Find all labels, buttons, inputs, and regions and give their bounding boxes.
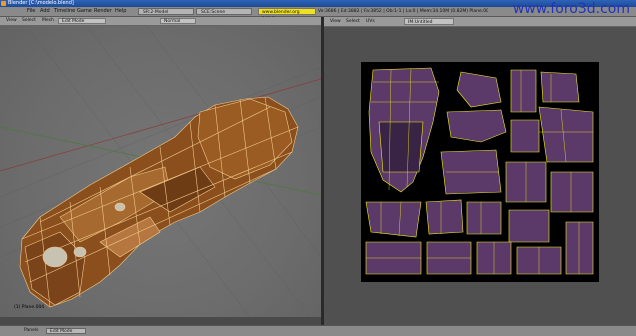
mode-dropdown[interactable]: Edit Mode (58, 18, 106, 24)
menu-timeline[interactable]: Timeline (54, 7, 75, 16)
menu-game[interactable]: Game (77, 7, 92, 16)
uv-editor-header: View Select UVs IM:Untitled (324, 17, 636, 27)
screen-selector[interactable]: SR:2-Model (138, 8, 194, 15)
uv-layout-image[interactable] (361, 62, 599, 282)
uv-view-menu[interactable]: View (330, 17, 341, 26)
blender-icon (1, 1, 6, 6)
menu-help[interactable]: Help (115, 7, 126, 16)
shading-dropdown[interactable]: Normal (160, 18, 196, 24)
buttons-window-header: Panels Edit Mode (0, 325, 636, 336)
viewport-3d-header: View Select Mesh Edit Mode Normal (0, 17, 321, 26)
menu-render[interactable]: Render (94, 7, 112, 16)
view-menu[interactable]: View (6, 17, 17, 25)
menu-file[interactable]: File (27, 7, 35, 16)
uvs-menu[interactable]: UVs (366, 17, 375, 26)
uv-islands (365, 67, 594, 275)
bottom-mode-dropdown[interactable]: Edit Mode (46, 328, 86, 334)
select-menu[interactable]: Select (22, 17, 36, 25)
scene-selector[interactable]: SCE:Scene (196, 8, 252, 15)
menu-add[interactable]: Add (40, 7, 50, 16)
viewport-3d[interactable] (0, 17, 321, 317)
viewport-object-label: (1) Plane.004 (14, 305, 45, 310)
viewport-3d-canvas[interactable] (0, 17, 321, 317)
scene-stats: Ve:3686 | Ed:3882 | Fa:3852 | Ob:1-1 | L… (318, 9, 488, 14)
uv-select-menu[interactable]: Select (346, 17, 360, 26)
mesh-menu[interactable]: Mesh (42, 17, 54, 25)
image-icon[interactable]: IM:Untitled (404, 18, 454, 25)
watermark: www.foro3d.com (512, 1, 630, 17)
version-tag[interactable]: www.blender.org 249.1 (258, 8, 316, 22)
window-title: Blender [C:\modelo.blend] (8, 0, 74, 6)
